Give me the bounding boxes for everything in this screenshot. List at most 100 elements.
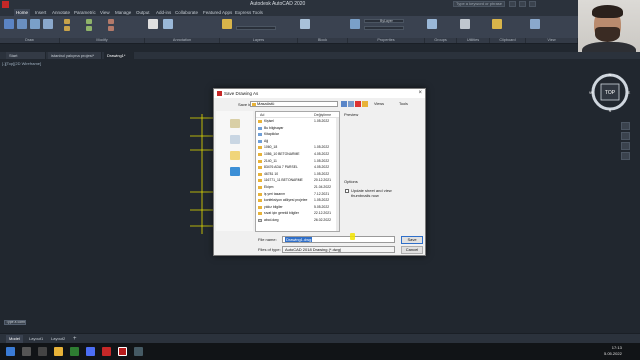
- up-folder-icon[interactable]: [348, 101, 354, 107]
- tab-featured-apps[interactable]: Featured Apps: [201, 9, 234, 16]
- cart-icon[interactable]: [519, 1, 526, 7]
- file-list-item[interactable]: yıldız bilgiler 5.05.2022: [256, 205, 339, 210]
- file-list-item[interactable]: 116771_11 BETONARME 20.12.2021: [256, 178, 339, 183]
- back-icon[interactable]: [341, 101, 347, 107]
- group-groups[interactable]: Groups: [425, 38, 457, 43]
- save-button[interactable]: Save: [401, 236, 423, 244]
- orbit-icon[interactable]: [621, 152, 630, 160]
- file-list-item[interactable]: iş yeri tasarım 7.12.2021: [256, 192, 339, 197]
- task-view-icon[interactable]: [38, 347, 47, 356]
- file-list-item[interactable]: 2140_11 1.05.2022: [256, 159, 339, 164]
- column-name-header[interactable]: Ad: [260, 112, 264, 118]
- layer-properties-icon[interactable]: [222, 19, 232, 29]
- viewcube-icon[interactable]: TOP N S E W: [588, 70, 632, 114]
- file-list-item[interactable]: Ekipm 21.04.2022: [256, 185, 339, 190]
- search-icon[interactable]: [22, 347, 31, 356]
- viewport-controls[interactable]: [-][Top][2D Wireframe]: [2, 61, 41, 66]
- tab-insert[interactable]: Insert: [33, 9, 48, 16]
- group-modify[interactable]: Modify: [60, 38, 145, 43]
- layout-tab-layout2[interactable]: Layout2: [48, 335, 68, 343]
- file-list[interactable]: Ad Değiştirme Kişisel 1.05.2022 Bu bilgisa…: [255, 111, 340, 232]
- group-clipboard[interactable]: Clipboard: [490, 38, 526, 43]
- media-icon[interactable]: [102, 347, 111, 356]
- file-list-item[interactable]: Ağ: [256, 139, 339, 144]
- windows-start-icon[interactable]: [6, 347, 15, 356]
- tab-collaborate[interactable]: Collaborate: [173, 9, 200, 16]
- file-list-item[interactable]: 83476 ADA 7 PARSEL 4.05.2022: [256, 165, 339, 170]
- match-properties-icon[interactable]: [350, 19, 360, 29]
- file-list-item[interactable]: 1086_10 BETONARME 4.05.2022: [256, 152, 339, 157]
- command-line-input[interactable]: Type a command: [4, 320, 26, 325]
- group-icon[interactable]: [427, 19, 437, 29]
- autocad-taskbar-icon[interactable]: [118, 347, 127, 356]
- cancel-button[interactable]: Cancel: [401, 246, 423, 254]
- search-input[interactable]: Type a keyword or phrase: [453, 1, 505, 7]
- linetype-dropdown[interactable]: [364, 26, 404, 30]
- fillet-icon[interactable]: [108, 26, 114, 31]
- mirror-icon[interactable]: [86, 26, 92, 31]
- file-list-item[interactable]: Bu bilgisayar: [256, 126, 339, 131]
- group-block[interactable]: Block: [298, 38, 348, 43]
- paste-icon[interactable]: [492, 19, 502, 29]
- help-icon[interactable]: [529, 1, 536, 7]
- file-list-item[interactable]: 1060_18 1.05.2022: [256, 145, 339, 150]
- file-type-dropdown[interactable]: AutoCAD 2018 Drawing (*.dwg): [282, 246, 395, 253]
- tab-add-ins[interactable]: Add-ins: [154, 9, 173, 16]
- zoom-icon[interactable]: [621, 142, 630, 150]
- file-tab-start[interactable]: Start: [6, 52, 46, 59]
- polyline-tool-icon[interactable]: [17, 19, 27, 29]
- line-tool-icon[interactable]: [4, 19, 14, 29]
- app-icon[interactable]: [134, 347, 143, 356]
- move-icon[interactable]: [64, 19, 70, 24]
- group-annotation[interactable]: Annotation: [145, 38, 220, 43]
- text-tool-icon[interactable]: [148, 19, 158, 29]
- file-tab-project[interactable]: istanbul yalıçma projesi*: [48, 52, 102, 59]
- documents-icon[interactable]: [230, 135, 240, 144]
- file-list-item[interactable]: sıvat için gerekli bilgiler 22.12.2021: [256, 211, 339, 216]
- file-list-item[interactable]: Kitaplıklar: [256, 132, 339, 137]
- tab-manage[interactable]: Manage: [113, 9, 133, 16]
- tab-parametric[interactable]: Parametric: [72, 9, 98, 16]
- chrome-icon[interactable]: [86, 347, 95, 356]
- close-icon[interactable]: ×: [418, 90, 422, 97]
- file-list-scrollbar[interactable]: [336, 118, 339, 231]
- trim-icon[interactable]: [108, 19, 114, 24]
- pan-icon[interactable]: [621, 132, 630, 140]
- excel-icon[interactable]: [70, 347, 79, 356]
- group-properties[interactable]: Properties: [348, 38, 425, 43]
- new-folder-icon[interactable]: [362, 101, 368, 107]
- tab-output[interactable]: Output: [134, 9, 152, 16]
- measure-icon[interactable]: [460, 19, 470, 29]
- view-base-icon[interactable]: [530, 19, 540, 29]
- tab-view[interactable]: View: [98, 9, 112, 16]
- save-in-dropdown[interactable]: Masaüstü: [250, 101, 338, 107]
- file-list-item[interactable]: abcd.dwg 26.02.2022: [256, 218, 339, 223]
- desktop-icon[interactable]: [230, 167, 240, 176]
- circle-tool-icon[interactable]: [30, 19, 40, 29]
- update-thumbnails-checkbox[interactable]: [345, 189, 349, 193]
- tab-home[interactable]: Home: [14, 9, 31, 16]
- arc-tool-icon[interactable]: [43, 19, 53, 29]
- rotate-icon[interactable]: [86, 19, 92, 24]
- group-utilities[interactable]: Utilities: [457, 38, 490, 43]
- add-layout-icon[interactable]: +: [70, 335, 80, 343]
- layout-tab-model[interactable]: Model: [6, 335, 23, 343]
- copy-icon[interactable]: [64, 26, 70, 31]
- history-icon[interactable]: [230, 119, 240, 128]
- tab-annotate[interactable]: Annotate: [50, 9, 72, 16]
- views-menu[interactable]: Views: [374, 101, 384, 107]
- file-name-input[interactable]: Drawing1.dwg: [282, 236, 395, 243]
- tools-menu[interactable]: Tools: [399, 101, 408, 107]
- delete-icon[interactable]: [355, 101, 361, 107]
- tab-express-tools[interactable]: Express Tools: [233, 9, 265, 16]
- file-list-item[interactable]: Kişisel 1.05.2022: [256, 119, 339, 124]
- signin-icon[interactable]: [509, 1, 516, 7]
- dimension-tool-icon[interactable]: [163, 19, 173, 29]
- layout-tab-layout1[interactable]: Layout1: [26, 335, 46, 343]
- taskbar-clock[interactable]: 17:13 5.05.2022: [604, 345, 622, 357]
- file-list-item[interactable]: 46781 10 1.05.2022: [256, 172, 339, 177]
- autocad-logo-icon[interactable]: [2, 1, 9, 8]
- group-layers[interactable]: Layers: [220, 38, 298, 43]
- favorites-icon[interactable]: [230, 151, 240, 160]
- file-explorer-icon[interactable]: [54, 347, 63, 356]
